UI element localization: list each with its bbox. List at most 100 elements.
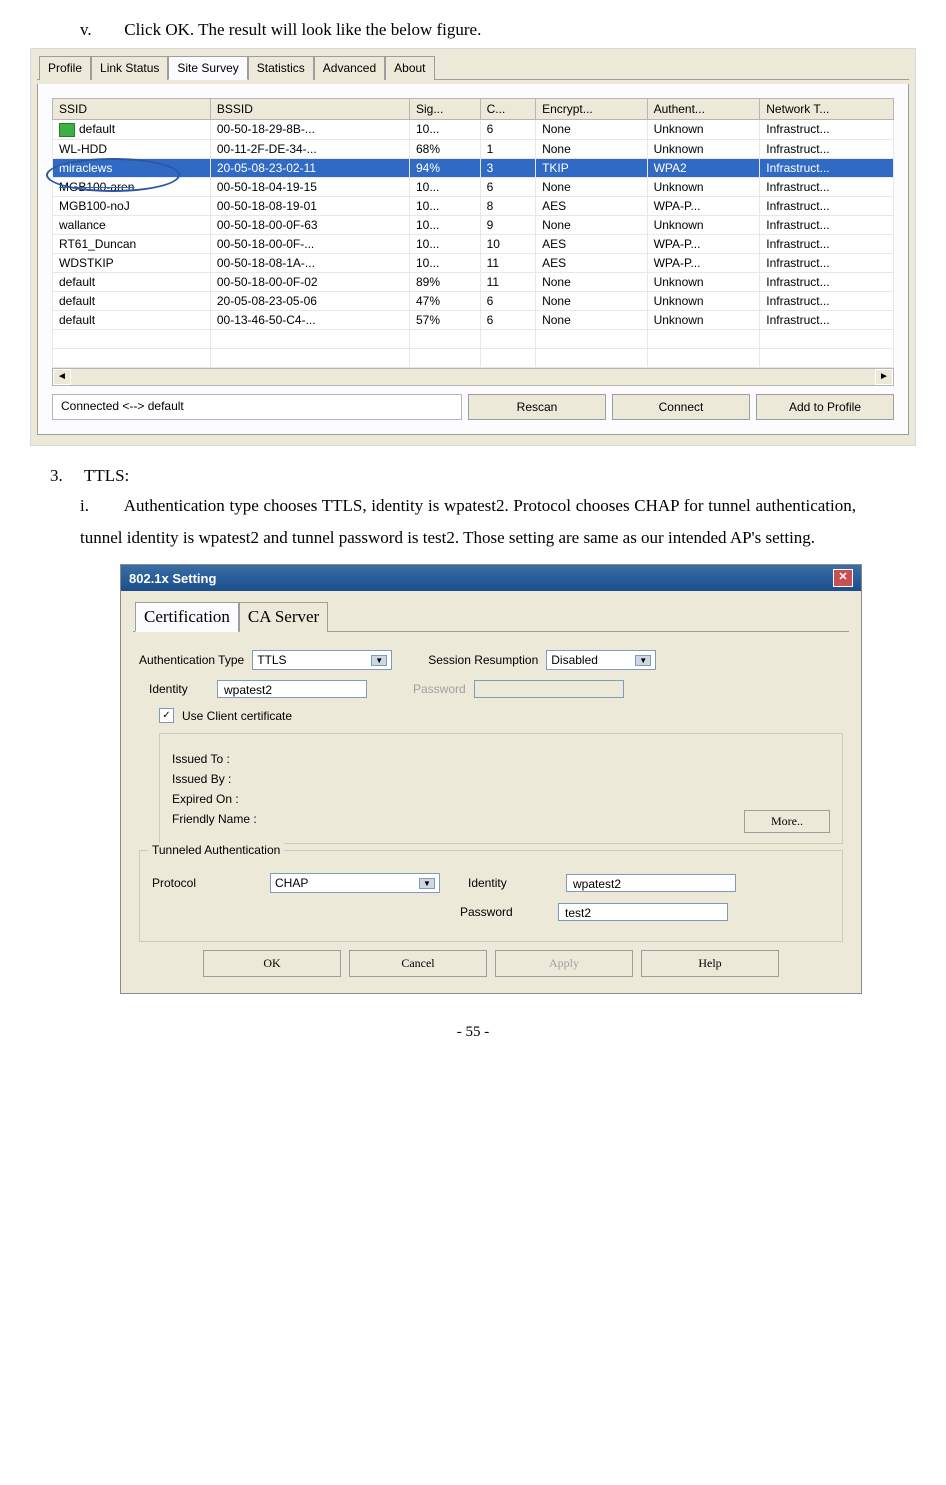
tab-site-survey[interactable]: Site Survey — [168, 56, 247, 80]
cert-groupbox: Issued To :Issued By :Expired On :Friend… — [159, 733, 843, 844]
table-row[interactable]: wallance00-50-18-00-0F-6310...9NoneUnkno… — [53, 215, 894, 234]
table-cell: 10... — [409, 120, 480, 140]
identity-input[interactable]: wpatest2 — [217, 680, 367, 698]
table-row[interactable]: miraclews20-05-08-23-02-1194%3TKIPWPA2In… — [53, 158, 894, 177]
table-row[interactable]: default00-50-18-29-8B-...10...6NoneUnkno… — [53, 120, 894, 140]
table-cell — [210, 348, 409, 367]
identity-label: Identity — [149, 682, 209, 696]
column-header[interactable]: Sig... — [409, 99, 480, 120]
table-cell: default — [53, 291, 211, 310]
table-cell: 89% — [409, 272, 480, 291]
tab-about[interactable]: About — [385, 56, 434, 80]
scroll-right-icon[interactable]: ► — [875, 369, 893, 385]
table-cell: Infrastruct... — [760, 120, 894, 140]
table-cell: 3 — [480, 158, 535, 177]
ok-button[interactable]: OK — [203, 950, 341, 977]
more-button[interactable]: More.. — [744, 810, 830, 833]
dialog-tab-certification[interactable]: Certification — [135, 602, 239, 632]
table-row[interactable]: default20-05-08-23-05-0647%6NoneUnknownI… — [53, 291, 894, 310]
session-select[interactable]: Disabled ▼ — [546, 650, 656, 670]
table-cell — [53, 348, 211, 367]
table-cell: Infrastruct... — [760, 310, 894, 329]
table-row[interactable]: WDSTKIP00-50-18-08-1A-...10...11AESWPA-P… — [53, 253, 894, 272]
column-header[interactable]: Network T... — [760, 99, 894, 120]
tunnel-identity-input[interactable]: wpatest2 — [566, 874, 736, 892]
tab-link-status[interactable]: Link Status — [91, 56, 168, 80]
tunnel-legend: Tunneled Authentication — [148, 843, 284, 857]
table-cell: 6 — [480, 120, 535, 140]
tunnel-protocol-select[interactable]: CHAP ▼ — [270, 873, 440, 893]
tab-statistics[interactable]: Statistics — [248, 56, 314, 80]
table-cell: 00-50-18-29-8B-... — [210, 120, 409, 140]
auth-type-select[interactable]: TTLS ▼ — [252, 650, 392, 670]
password-input-disabled — [474, 680, 624, 698]
table-header-row: SSIDBSSIDSig...C...Encrypt...Authent...N… — [53, 99, 894, 120]
tunnel-password-input[interactable]: test2 — [558, 903, 728, 921]
tunnel-groupbox: Tunneled Authentication Protocol CHAP ▼ … — [139, 850, 843, 942]
table-cell: 00-50-18-08-19-01 — [210, 196, 409, 215]
table-row[interactable]: default00-13-46-50-C4-...57%6NoneUnknown… — [53, 310, 894, 329]
table-cell: Unknown — [647, 177, 760, 196]
table-cell: 10 — [480, 234, 535, 253]
table-cell: 00-13-46-50-C4-... — [210, 310, 409, 329]
table-cell: Infrastruct... — [760, 139, 894, 158]
tunnel-row1: Protocol CHAP ▼ Identity wpatest2 — [152, 873, 830, 893]
table-cell: Infrastruct... — [760, 196, 894, 215]
instruction-v: v. Click OK. The result will look like t… — [80, 20, 916, 40]
h-scrollbar[interactable]: ◄ ► — [52, 368, 894, 386]
table-cell: AES — [536, 234, 648, 253]
table-cell: None — [536, 139, 648, 158]
table-cell: Infrastruct... — [760, 177, 894, 196]
client-cert-checkbox[interactable]: ✓ — [159, 708, 174, 723]
table-cell: 00-50-18-00-0F-02 — [210, 272, 409, 291]
table-row[interactable]: RT61_Duncan00-50-18-00-0F-...10...10AESW… — [53, 234, 894, 253]
table-cell: None — [536, 215, 648, 234]
rescan-button[interactable]: Rescan — [468, 394, 606, 420]
chevron-down-icon: ▼ — [419, 878, 435, 889]
connect-button[interactable]: Connect — [612, 394, 750, 420]
tunnel-protocol-value: CHAP — [275, 876, 308, 890]
column-header[interactable]: Encrypt... — [536, 99, 648, 120]
table-cell: WPA-P... — [647, 234, 760, 253]
help-button[interactable]: Help — [641, 950, 779, 977]
table-cell: 9 — [480, 215, 535, 234]
table-cell: 6 — [480, 177, 535, 196]
table-cell: AES — [536, 196, 648, 215]
step-3i-num: i. — [80, 490, 120, 522]
connected-icon — [59, 123, 75, 137]
site-survey-window: ProfileLink StatusSite SurveyStatisticsA… — [30, 48, 916, 446]
table-body: default00-50-18-29-8B-...10...6NoneUnkno… — [53, 120, 894, 368]
table-row[interactable]: MGB100-noJ00-50-18-08-19-0110...8AESWPA-… — [53, 196, 894, 215]
table-row[interactable]: MGB100-aren00-50-18-04-19-1510...6NoneUn… — [53, 177, 894, 196]
table-cell: TKIP — [536, 158, 648, 177]
tab-advanced[interactable]: Advanced — [314, 56, 385, 80]
dialog-tab-ca-server[interactable]: CA Server — [239, 602, 328, 632]
close-icon[interactable]: ✕ — [833, 569, 853, 587]
table-cell — [409, 329, 480, 348]
table-cell: 20-05-08-23-02-11 — [210, 158, 409, 177]
scroll-left-icon[interactable]: ◄ — [53, 369, 71, 385]
dialog-8021x: 802.1x Setting ✕ CertificationCA Server … — [120, 564, 862, 994]
tunnel-password-label: Password — [460, 905, 550, 919]
table-cell: 11 — [480, 253, 535, 272]
table-cell: Unknown — [647, 272, 760, 291]
dialog-titlebar: 802.1x Setting ✕ — [121, 565, 861, 591]
cert-field-label: Issued To : — [172, 752, 830, 766]
auth-type-value: TTLS — [257, 653, 286, 667]
column-header[interactable]: BSSID — [210, 99, 409, 120]
column-header[interactable]: SSID — [53, 99, 211, 120]
column-header[interactable]: C... — [480, 99, 535, 120]
table-cell — [647, 348, 760, 367]
column-header[interactable]: Authent... — [647, 99, 760, 120]
auth-type-label: Authentication Type — [139, 653, 244, 667]
cancel-button[interactable]: Cancel — [349, 950, 487, 977]
tab-profile[interactable]: Profile — [39, 56, 91, 80]
table-cell: default — [53, 120, 211, 140]
table-row[interactable]: WL-HDD00-11-2F-DE-34-...68%1NoneUnknownI… — [53, 139, 894, 158]
table-cell: Unknown — [647, 139, 760, 158]
add-to-profile-button[interactable]: Add to Profile — [756, 394, 894, 420]
dialog-title: 802.1x Setting — [129, 571, 216, 586]
table-cell — [480, 329, 535, 348]
table-row[interactable]: default00-50-18-00-0F-0289%11NoneUnknown… — [53, 272, 894, 291]
networks-table: SSIDBSSIDSig...C...Encrypt...Authent...N… — [52, 98, 894, 368]
